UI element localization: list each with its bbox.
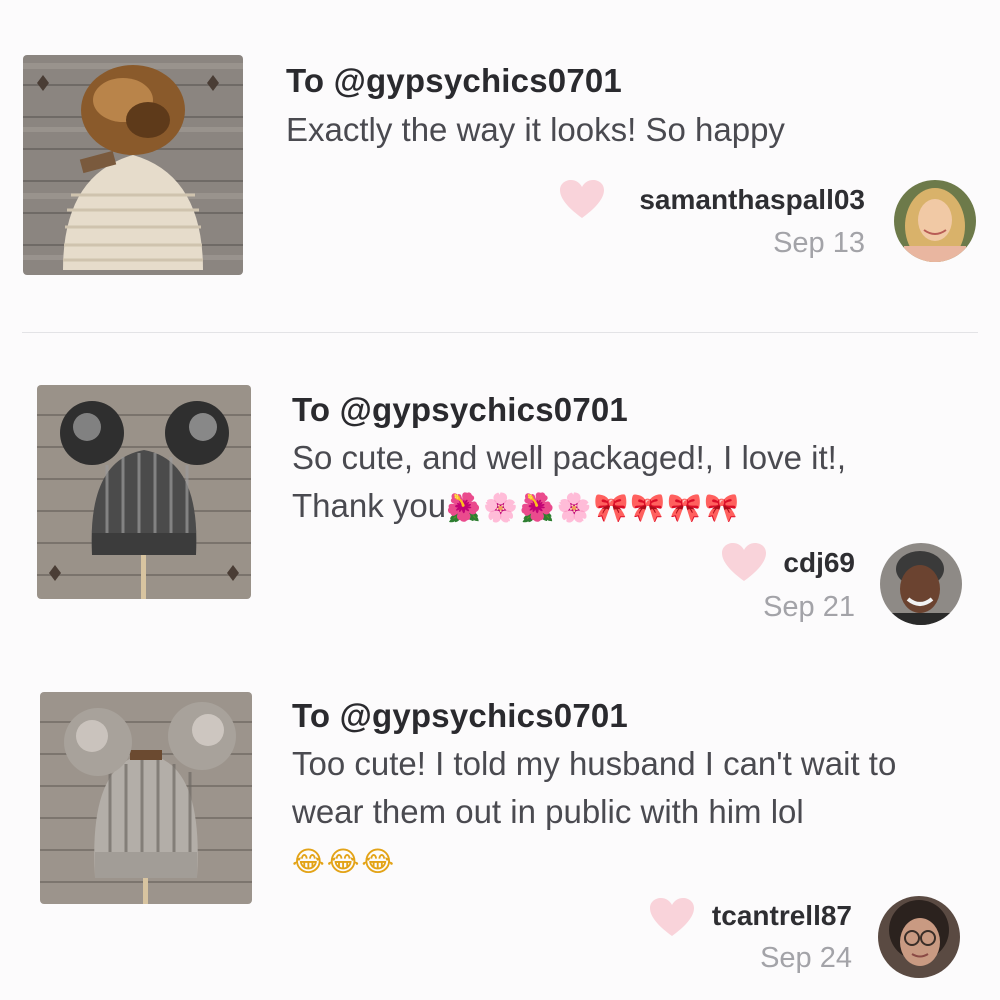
flower-ribbon-emoji: 🌺🌸🌺🌸🎀🎀🎀🎀 [446, 491, 741, 524]
review-text-body: Exactly the way it looks! So happy [286, 111, 785, 148]
review-date: Sep 13 [773, 227, 865, 259]
reviewer-avatar[interactable] [894, 180, 976, 262]
review-text-body: Too cute! I told my husband I can't wait… [292, 745, 897, 830]
heart-icon[interactable] [560, 180, 604, 220]
reviewer-avatar[interactable] [880, 543, 962, 625]
review-recipient[interactable]: To @gypsychics0701 [292, 697, 628, 735]
double-pompom-hat-image [37, 385, 251, 599]
heart-icon[interactable] [722, 543, 766, 583]
review-text: So cute, and well packaged!, I love it!,… [292, 434, 932, 532]
reviewer-username[interactable]: tcantrell87 [712, 900, 852, 932]
review-text: Too cute! I told my husband I can't wait… [292, 740, 942, 886]
reviewer-avatar[interactable] [878, 896, 960, 978]
review-date: Sep 24 [760, 942, 852, 974]
heart-icon[interactable] [650, 898, 694, 938]
review-recipient[interactable]: To @gypsychics0701 [292, 391, 628, 429]
laughing-emoji: 😂😂😂 [292, 845, 397, 878]
review-recipient[interactable]: To @gypsychics0701 [286, 62, 622, 100]
product-image[interactable] [40, 692, 252, 904]
double-pompom-hat-light-image [40, 692, 252, 904]
reviewer-username[interactable]: cdj69 [783, 547, 855, 579]
review-date: Sep 21 [763, 591, 855, 623]
product-image[interactable] [23, 55, 243, 275]
review-divider [22, 332, 978, 333]
reviewer-username[interactable]: samanthaspall03 [639, 184, 865, 216]
beanie-fur-pompom-image [23, 55, 243, 275]
product-image[interactable] [37, 385, 251, 599]
review-text: Exactly the way it looks! So happy [286, 106, 936, 154]
